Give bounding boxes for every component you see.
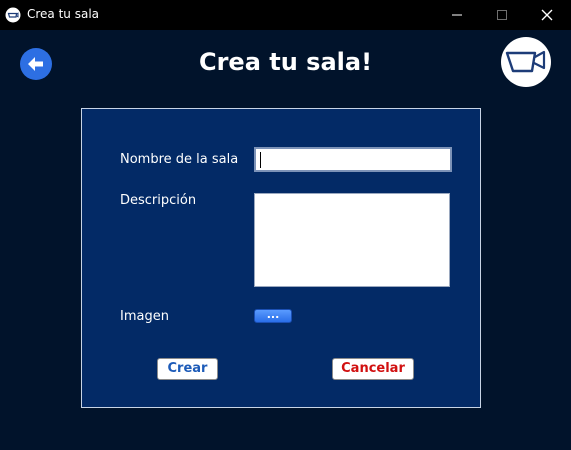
room-form-panel: Nombre de la sala Descripción Imagen ...… (81, 108, 481, 408)
maximize-icon (497, 10, 507, 20)
close-icon (541, 9, 553, 21)
room-name-input[interactable] (254, 147, 452, 172)
title-bar: Crea tu sala (0, 0, 571, 30)
description-label: Descripción (120, 193, 197, 208)
text-caret (260, 152, 261, 168)
minimize-icon (452, 14, 462, 16)
minimize-button[interactable] (434, 0, 480, 30)
app-logo-icon (5, 7, 21, 23)
browse-image-button[interactable]: ... (254, 309, 292, 323)
close-button[interactable] (524, 0, 570, 30)
create-button[interactable]: Crear (157, 358, 218, 380)
room-name-label: Nombre de la sala (120, 152, 239, 167)
app-logo (501, 37, 551, 87)
video-camera-icon (505, 50, 546, 73)
maximize-button[interactable] (479, 0, 525, 30)
cancel-button[interactable]: Cancelar (332, 358, 414, 380)
description-textarea[interactable] (254, 193, 450, 287)
page-title: Crea tu sala! (198, 48, 373, 76)
image-label: Imagen (120, 309, 169, 324)
window-title: Crea tu sala (27, 7, 100, 21)
